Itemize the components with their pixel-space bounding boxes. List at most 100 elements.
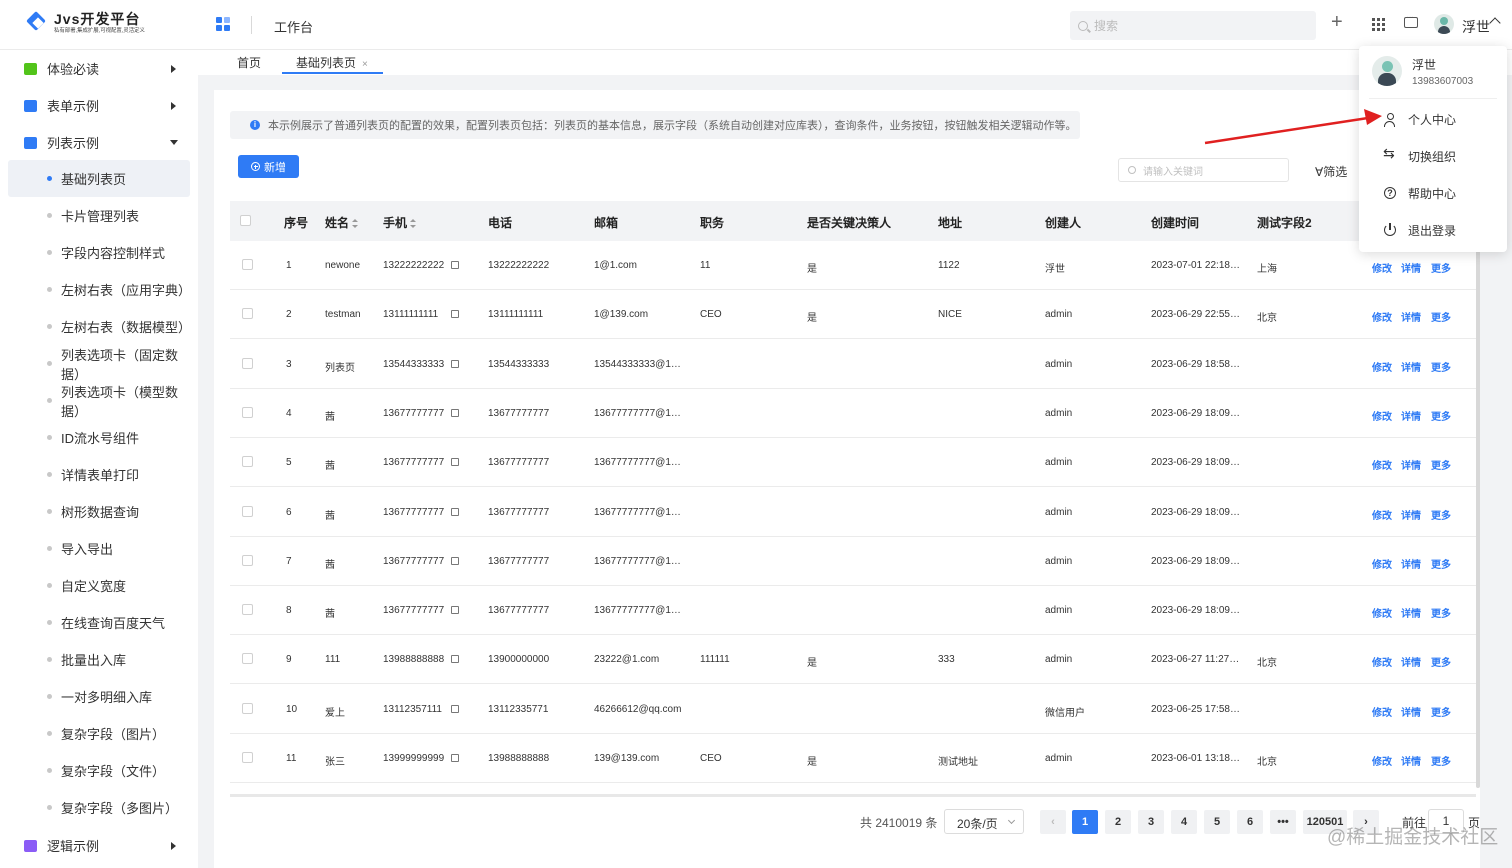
sidebar-group-logic[interactable]: 逻辑示例 xyxy=(0,827,198,864)
row-checkbox[interactable] xyxy=(242,259,253,270)
select-all-checkbox[interactable] xyxy=(240,215,251,226)
avatar[interactable] xyxy=(1434,14,1454,34)
sidebar-item[interactable]: 卡片管理列表 xyxy=(8,197,190,234)
copy-icon[interactable] xyxy=(451,556,459,565)
copy-icon[interactable] xyxy=(451,261,459,269)
edit-link[interactable]: 修改 xyxy=(1372,556,1392,571)
sidebar-item[interactable]: 左树右表（数据模型） xyxy=(8,308,191,345)
sidebar-item[interactable]: 字段内容控制样式 xyxy=(8,234,190,271)
table-row[interactable]: 9 111 13988888888 13900000000 23222@1.com 111… xyxy=(230,635,1476,685)
detail-link[interactable]: 详情 xyxy=(1401,359,1421,374)
apps-icon[interactable] xyxy=(1372,18,1385,31)
more-link[interactable]: 更多 xyxy=(1431,507,1451,522)
search-input[interactable]: 搜索 xyxy=(1070,11,1316,40)
row-checkbox[interactable] xyxy=(242,406,253,418)
edit-link[interactable]: 修改 xyxy=(1372,704,1392,719)
tab-basic-list[interactable]: 基础列表页 × xyxy=(296,54,368,71)
sidebar-item[interactable]: 列表选项卡（模型数据） xyxy=(8,382,190,419)
copy-icon[interactable] xyxy=(451,754,459,762)
page-button[interactable]: 6 xyxy=(1237,810,1263,834)
detail-link[interactable]: 详情 xyxy=(1401,556,1421,571)
add-icon[interactable]: + xyxy=(1331,12,1343,32)
sidebar-item[interactable]: 详情表单打印 xyxy=(8,456,190,493)
column-header[interactable]: 手机 xyxy=(383,214,417,231)
more-link[interactable]: 更多 xyxy=(1431,753,1451,768)
row-checkbox[interactable] xyxy=(242,456,253,468)
edit-link[interactable]: 修改 xyxy=(1372,605,1392,620)
sidebar-item[interactable]: 复杂字段（文件） xyxy=(8,752,190,789)
menu-item-logout[interactable]: 退出登录 xyxy=(1359,215,1507,245)
table-row[interactable]: 3 列表页 13544333333 13544333333 13544333333@1…… xyxy=(230,340,1476,389)
sidebar-group-list[interactable]: 列表示例 xyxy=(0,124,198,161)
page-button[interactable]: 3 xyxy=(1138,810,1164,834)
detail-link[interactable]: 详情 xyxy=(1401,654,1421,669)
edit-link[interactable]: 修改 xyxy=(1372,753,1392,768)
sidebar-group-form[interactable]: 表单示例 xyxy=(0,87,198,124)
table-row[interactable]: 4 茜 13677777777 13677777777 13677777777@1… ad… xyxy=(230,389,1476,438)
more-link[interactable]: 更多 xyxy=(1431,457,1451,472)
menu-item-profile[interactable]: 个人中心 xyxy=(1359,104,1507,134)
chevron-up-icon[interactable] xyxy=(1489,17,1501,29)
row-checkbox[interactable] xyxy=(242,604,253,616)
row-checkbox[interactable] xyxy=(242,505,253,517)
detail-link[interactable]: 详情 xyxy=(1401,605,1421,620)
copy-icon[interactable] xyxy=(451,704,459,713)
table-row[interactable]: 10 爱上 13112357111 13112335771 46266612@qq.co… xyxy=(230,685,1476,734)
sidebar-item[interactable]: ID流水号组件 xyxy=(8,419,190,456)
sidebar-item[interactable]: 左树右表（应用字典） xyxy=(8,271,191,308)
copy-icon[interactable] xyxy=(451,359,459,368)
copy-icon[interactable] xyxy=(451,655,459,664)
table-row[interactable]: 11 张三 13999999999 13988888888 139@139.com CEO… xyxy=(230,734,1476,783)
column-header[interactable]: 姓名 xyxy=(325,214,359,231)
sort-icon[interactable] xyxy=(410,219,417,229)
edit-link[interactable]: 修改 xyxy=(1372,408,1392,423)
more-link[interactable]: 更多 xyxy=(1431,556,1451,571)
detail-link[interactable]: 详情 xyxy=(1401,704,1421,719)
detail-link[interactable]: 详情 xyxy=(1401,457,1421,472)
close-icon[interactable]: × xyxy=(362,59,368,70)
detail-link[interactable]: 详情 xyxy=(1401,408,1421,423)
filter-button[interactable]: ∀筛选 xyxy=(1315,163,1347,180)
edit-link[interactable]: 修改 xyxy=(1372,457,1392,472)
more-link[interactable]: 更多 xyxy=(1431,359,1451,374)
app-grid-icon[interactable] xyxy=(216,17,232,33)
logo[interactable]: Jvs开发平台 私有部署,集成扩展,可视配置,灵活定义 xyxy=(26,11,155,35)
more-link[interactable]: 更多 xyxy=(1431,408,1451,423)
table-row[interactable]: 6 茜 13677777777 13677777777 13677777777@1… ad… xyxy=(230,488,1476,537)
sidebar-item[interactable]: 自定义宽度 xyxy=(8,567,190,604)
row-checkbox[interactable] xyxy=(242,357,253,369)
sidebar-item-basic-list[interactable]: 基础列表页 xyxy=(8,160,190,197)
vertical-scrollbar[interactable] xyxy=(1476,248,1480,788)
row-checkbox[interactable] xyxy=(242,653,253,665)
menu-item-help[interactable]: ? 帮助中心 xyxy=(1359,178,1507,208)
horizontal-scrollbar[interactable] xyxy=(230,794,1476,797)
detail-link[interactable]: 详情 xyxy=(1401,260,1421,275)
add-button[interactable]: 新增 xyxy=(238,155,299,178)
table-row[interactable]: 5 茜 13677777777 13677777777 13677777777@1… ad… xyxy=(230,438,1476,488)
edit-link[interactable]: 修改 xyxy=(1372,309,1392,324)
sidebar-item[interactable]: 列表选项卡（固定数据） xyxy=(8,345,190,382)
page-button[interactable]: 4 xyxy=(1171,810,1197,834)
detail-link[interactable]: 详情 xyxy=(1401,507,1421,522)
more-pages-button[interactable]: ••• xyxy=(1270,810,1296,834)
more-link[interactable]: 更多 xyxy=(1431,260,1451,275)
copy-icon[interactable] xyxy=(451,458,459,467)
more-link[interactable]: 更多 xyxy=(1431,309,1451,324)
page-size-select[interactable]: 20条/页 xyxy=(944,809,1024,834)
sidebar-item[interactable]: 一对多明细入库 xyxy=(8,678,190,715)
sidebar-item[interactable]: 复杂字段（图片） xyxy=(8,715,190,752)
message-icon[interactable] xyxy=(1404,12,1418,28)
row-checkbox[interactable] xyxy=(242,752,253,763)
edit-link[interactable]: 修改 xyxy=(1372,260,1392,275)
user-name[interactable]: 浮世 xyxy=(1462,17,1490,37)
sidebar-item[interactable]: 树形数据查询 xyxy=(8,493,190,530)
sidebar-item[interactable]: 复杂字段（多图片） xyxy=(8,789,190,826)
row-checkbox[interactable] xyxy=(242,702,253,714)
copy-icon[interactable] xyxy=(451,606,459,615)
sidebar-item[interactable]: 导入导出 xyxy=(8,530,190,567)
sidebar-group-experience[interactable]: 体验必读 xyxy=(0,50,198,87)
detail-link[interactable]: 详情 xyxy=(1401,753,1421,768)
copy-icon[interactable] xyxy=(451,310,459,319)
edit-link[interactable]: 修改 xyxy=(1372,359,1392,374)
detail-link[interactable]: 详情 xyxy=(1401,309,1421,324)
